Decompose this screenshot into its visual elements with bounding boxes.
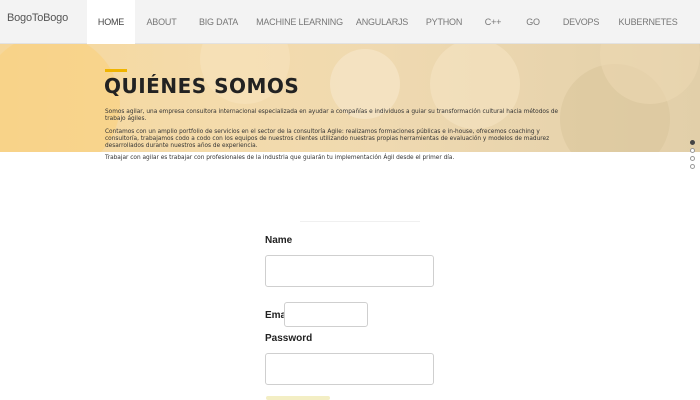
section-dots-nav [690, 140, 695, 169]
top-navbar: BogoToBogo HOME ABOUT BIG DATA MACHINE L… [0, 0, 700, 44]
section-dot[interactable] [690, 148, 695, 153]
nav-item-home[interactable]: HOME [87, 0, 135, 44]
intro-paragraph: Somos agilar, una empresa consultora int… [105, 109, 559, 122]
nav-item-kubernetes[interactable]: KUBERNETES [608, 0, 688, 44]
nav-item-machine-learning[interactable]: MACHINE LEARNING [249, 0, 350, 44]
hero-banner: QUIÉNES SOMOS Somos agilar, una empresa … [0, 44, 700, 152]
section-dot[interactable] [690, 164, 695, 169]
nav-item-about[interactable]: ABOUT [135, 0, 188, 44]
nav-item-devops[interactable]: DEVOPS [554, 0, 608, 44]
brand-logo[interactable]: BogoToBogo [7, 12, 68, 24]
password-field[interactable] [265, 353, 434, 385]
nav-item-angularjs[interactable]: ANGULARJS [350, 0, 414, 44]
nav-item-go[interactable]: GO [512, 0, 554, 44]
services-paragraph: Contamos con un amplio portfolio de serv… [105, 129, 550, 149]
password-label: Password [265, 333, 313, 344]
name-label: Name [265, 235, 293, 246]
nav-item-cpp[interactable]: C++ [474, 0, 512, 44]
closing-paragraph: Trabajar con agilar es trabajar con prof… [105, 155, 455, 161]
section-dot-active[interactable] [690, 140, 695, 145]
nav-item-big-data[interactable]: BIG DATA [188, 0, 249, 44]
nav-item-python[interactable]: PYTHON [414, 0, 474, 44]
title-accent-bar [105, 69, 127, 72]
email-field[interactable] [284, 302, 368, 327]
hero-photo-shape [0, 44, 120, 152]
name-field[interactable] [265, 255, 434, 287]
section-dot[interactable] [690, 156, 695, 161]
submit-button[interactable] [266, 396, 330, 400]
main-nav: HOME ABOUT BIG DATA MACHINE LEARNING ANG… [87, 0, 688, 44]
form-divider [300, 221, 420, 222]
page-title: QUIÉNES SOMOS [104, 74, 300, 98]
